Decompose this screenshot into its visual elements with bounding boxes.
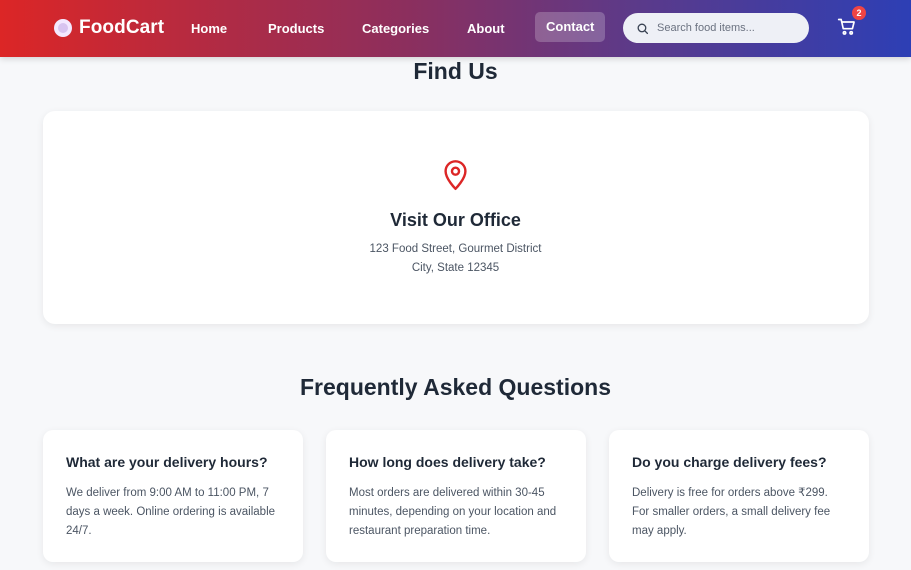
faq-card: What are your delivery hours? We deliver… bbox=[43, 430, 303, 562]
cart-count-badge: 2 bbox=[852, 6, 866, 20]
faq-question: How long does delivery take? bbox=[349, 454, 546, 470]
map-pin-icon bbox=[444, 160, 467, 191]
faq-answer: Delivery is free for orders above ₹299. … bbox=[632, 487, 831, 537]
faq-card: Do you charge delivery fees? Delivery is… bbox=[609, 430, 869, 562]
address-line-2: City, State 12345 bbox=[411, 262, 500, 274]
faq-answer: Most orders are delivered within 30-45 m… bbox=[349, 487, 557, 537]
brand-name: FoodCart bbox=[79, 17, 165, 38]
nav-link-home[interactable]: Home bbox=[191, 21, 227, 36]
faq-answer: We deliver from 9:00 AM to 11:00 PM, 7 d… bbox=[66, 487, 276, 537]
search-input[interactable] bbox=[657, 22, 797, 34]
office-heading: Visit Our Office bbox=[390, 210, 521, 230]
nav-link-contact[interactable]: Contact bbox=[535, 12, 606, 42]
brand-logo[interactable]: FoodCart bbox=[54, 15, 164, 41]
address-line-1: 123 Food Street, Gourmet District bbox=[369, 243, 542, 255]
faq-card: How long does delivery take? Most orders… bbox=[326, 430, 586, 562]
nav-link-products[interactable]: Products bbox=[268, 21, 324, 36]
plate-icon bbox=[54, 19, 72, 37]
cart-icon[interactable] bbox=[837, 17, 857, 37]
faq-question: What are your delivery hours? bbox=[66, 454, 268, 470]
navbar: FoodCart Home Products Categories About … bbox=[0, 0, 911, 57]
search-icon bbox=[637, 23, 649, 34]
nav-link-categories[interactable]: Categories bbox=[362, 21, 429, 36]
faq-question: Do you charge delivery fees? bbox=[632, 454, 827, 470]
find-us-title: Find Us bbox=[413, 58, 498, 84]
faq-title: Frequently Asked Questions bbox=[300, 374, 611, 400]
nav-link-about[interactable]: About bbox=[467, 21, 505, 36]
search-box[interactable] bbox=[623, 13, 809, 43]
